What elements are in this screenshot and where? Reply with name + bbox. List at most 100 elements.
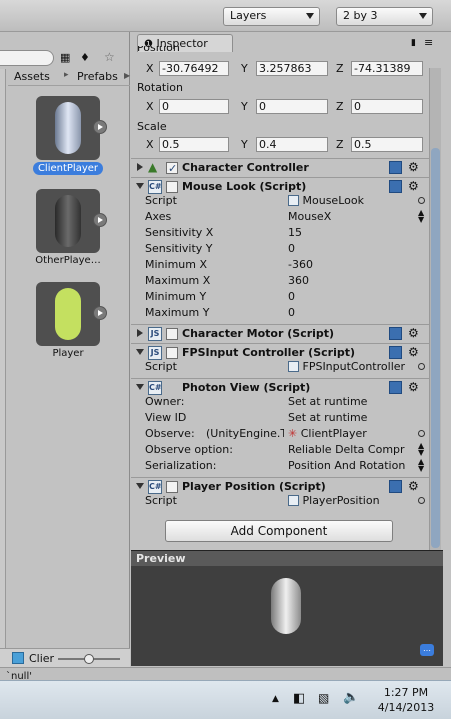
show-hidden-icons-icon[interactable]: ▲ bbox=[272, 694, 279, 704]
axis-z-label: Z bbox=[336, 100, 344, 113]
search-input[interactable] bbox=[0, 50, 54, 66]
position-y-field[interactable]: 3.257863 bbox=[256, 61, 328, 76]
field-label: Maximum X bbox=[145, 274, 211, 287]
project-panel: ▦ ♦ ☆ Assets ▸ Prefabs ▶ ClientPlayer Ot… bbox=[0, 32, 130, 672]
component-icon: ▲ bbox=[148, 160, 158, 174]
axis-x-label: X bbox=[146, 100, 154, 113]
axis-y-label: Y bbox=[241, 62, 248, 75]
object-picker-icon[interactable] bbox=[418, 430, 425, 437]
breadcrumb-prefabs[interactable]: Prefabs bbox=[77, 70, 118, 83]
zoom-slider[interactable] bbox=[58, 654, 120, 664]
chevron-down-icon bbox=[419, 13, 427, 19]
system-clock[interactable]: 1:27 PM 4/14/2013 bbox=[368, 685, 444, 715]
field-label: Script bbox=[145, 194, 177, 207]
enabled-checkbox[interactable] bbox=[166, 347, 178, 359]
field-label: Minimum X bbox=[145, 258, 208, 271]
maximum-y-field[interactable]: 0 bbox=[288, 305, 295, 321]
help-book-icon[interactable] bbox=[389, 346, 402, 359]
field-label: Minimum Y bbox=[145, 290, 207, 303]
breadcrumb-assets[interactable]: Assets bbox=[14, 70, 50, 83]
serialization-dropdown[interactable]: Position And Rotation bbox=[288, 458, 416, 474]
inspector-panel: ❶ Inspector ▮ ≡ Position X -30.76492 Y 3… bbox=[131, 32, 443, 550]
field-label: Maximum Y bbox=[145, 306, 210, 319]
observe-option-dropdown[interactable]: Reliable Delta Compr bbox=[288, 442, 416, 458]
favorite-star-icon[interactable]: ☆ bbox=[104, 50, 115, 64]
label-tag-icon[interactable]: ♦ bbox=[80, 51, 90, 64]
fold-arrow-icon[interactable] bbox=[136, 384, 144, 390]
zoom-slider-handle[interactable] bbox=[84, 654, 94, 664]
client-player-thumbnail bbox=[36, 96, 100, 160]
updown-arrows-icon[interactable]: ▲ ▼ bbox=[418, 442, 424, 457]
gear-icon[interactable]: ⚙ bbox=[408, 325, 419, 342]
preview-header[interactable]: Preview bbox=[131, 551, 443, 566]
rotation-y-field[interactable]: 0 bbox=[256, 99, 328, 114]
script-icon: C# bbox=[148, 480, 162, 494]
sensitivity-y-field[interactable]: 0 bbox=[288, 241, 295, 257]
updown-arrows-icon[interactable]: ▲ ▼ bbox=[418, 209, 424, 224]
minimum-x-field[interactable]: -360 bbox=[288, 257, 313, 273]
filter-type-icon[interactable]: ▦ bbox=[60, 51, 70, 64]
field-value: ClientPlayer bbox=[300, 427, 367, 440]
position-x-field[interactable]: -30.76492 bbox=[159, 61, 229, 76]
help-book-icon[interactable] bbox=[389, 327, 402, 340]
script-object-field[interactable]: MouseLook bbox=[288, 193, 364, 209]
device-icon[interactable]: ◧ bbox=[293, 691, 305, 706]
scrollbar-thumb[interactable] bbox=[431, 148, 440, 548]
script-icon: C# bbox=[148, 180, 162, 194]
play-icon[interactable] bbox=[93, 306, 107, 320]
volume-icon[interactable]: 🔈 bbox=[343, 690, 359, 705]
help-book-icon[interactable] bbox=[389, 381, 402, 394]
folder-tree-strip bbox=[0, 69, 6, 669]
selected-asset-name: Clier bbox=[29, 652, 55, 665]
rotation-x-field[interactable]: 0 bbox=[159, 99, 229, 114]
layers-dropdown[interactable]: Layers bbox=[223, 7, 320, 26]
enabled-checkbox[interactable]: ✓ bbox=[166, 162, 178, 175]
gear-icon[interactable]: ⚙ bbox=[408, 159, 419, 176]
object-picker-icon[interactable] bbox=[418, 197, 425, 204]
fold-arrow-icon[interactable] bbox=[137, 329, 143, 337]
script-object-field[interactable]: PlayerPosition bbox=[288, 493, 380, 509]
fold-arrow-icon[interactable] bbox=[136, 349, 144, 355]
help-book-icon[interactable] bbox=[389, 161, 402, 174]
enabled-checkbox[interactable] bbox=[166, 328, 178, 340]
scale-row: X 0.5 Y 0.4 Z 0.5 bbox=[131, 137, 431, 153]
help-book-icon[interactable] bbox=[389, 480, 402, 493]
sensitivity-x-field[interactable]: 15 bbox=[288, 225, 302, 241]
axes-dropdown[interactable]: MouseX bbox=[288, 209, 331, 225]
updown-arrows-icon[interactable]: ▲ ▼ bbox=[418, 458, 424, 473]
object-picker-icon[interactable] bbox=[418, 497, 425, 504]
observe-object-field[interactable]: ✳ ClientPlayer bbox=[288, 426, 367, 442]
breadcrumb: Assets ▸ Prefabs ▶ bbox=[8, 68, 130, 86]
character-motor-header[interactable]: JS Character Motor (Script) ⚙ bbox=[131, 324, 431, 342]
object-picker-icon[interactable] bbox=[418, 363, 425, 370]
enabled-checkbox[interactable] bbox=[166, 181, 178, 193]
minimum-y-field[interactable]: 0 bbox=[288, 289, 295, 305]
fold-arrow-icon[interactable] bbox=[137, 163, 143, 171]
scale-x-field[interactable]: 0.5 bbox=[159, 137, 229, 152]
preview-capsule[interactable] bbox=[271, 578, 301, 634]
windows-taskbar: ▲ ◧ ▧ 🔈 1:27 PM 4/14/2013 bbox=[0, 680, 451, 719]
script-object-field[interactable]: FPSInputController bbox=[288, 359, 405, 375]
inspector-scrollbar[interactable] bbox=[429, 68, 441, 550]
play-icon[interactable] bbox=[93, 213, 107, 227]
fold-arrow-icon[interactable] bbox=[136, 483, 144, 489]
preview-options-icon[interactable]: … bbox=[420, 644, 434, 656]
scale-y-field[interactable]: 0.4 bbox=[256, 137, 328, 152]
network-icon[interactable]: ▧ bbox=[318, 691, 329, 705]
help-book-icon[interactable] bbox=[389, 180, 402, 193]
rotation-z-field[interactable]: 0 bbox=[351, 99, 423, 114]
add-component-button[interactable]: Add Component bbox=[165, 520, 393, 542]
position-label: Position bbox=[137, 46, 180, 54]
layout-dropdown[interactable]: 2 by 3 bbox=[336, 7, 433, 26]
enabled-checkbox[interactable] bbox=[166, 481, 178, 493]
maximum-x-field[interactable]: 360 bbox=[288, 273, 309, 289]
fold-arrow-icon[interactable] bbox=[136, 183, 144, 189]
capsule-icon bbox=[55, 288, 81, 340]
field-label: View ID bbox=[145, 411, 187, 424]
position-z-field[interactable]: -74.31389 bbox=[351, 61, 423, 76]
scale-z-field[interactable]: 0.5 bbox=[351, 137, 423, 152]
component-title: Character Controller bbox=[182, 161, 309, 174]
character-controller-header[interactable]: ▲ ✓ Character Controller ⚙ bbox=[131, 158, 431, 176]
play-icon[interactable] bbox=[93, 120, 107, 134]
asset-label: OtherPlaye… bbox=[35, 255, 101, 266]
